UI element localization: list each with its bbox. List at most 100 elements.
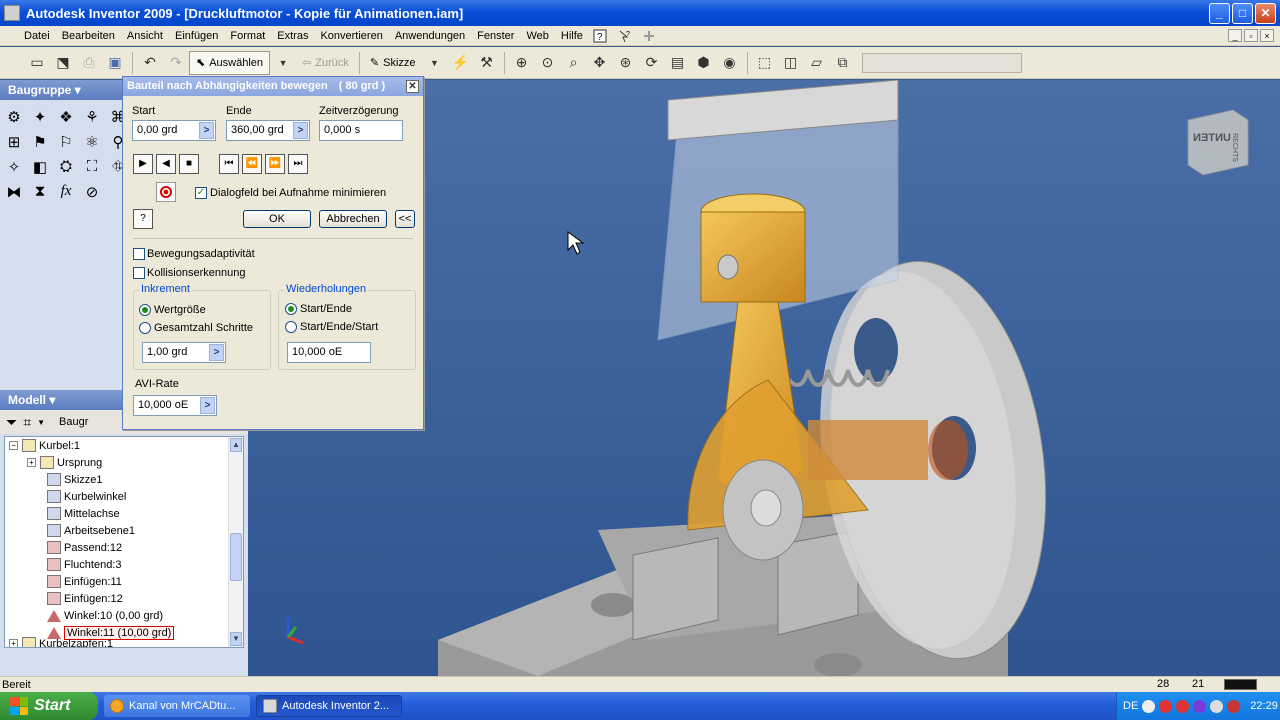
go-to-start-icon[interactable]: ⏮ bbox=[219, 154, 239, 174]
filter-icon[interactable]: ⏷ bbox=[6, 414, 17, 431]
select-button[interactable]: ⬉ Auswählen bbox=[189, 50, 271, 75]
play-forward-icon[interactable]: ▶ bbox=[133, 154, 153, 174]
mirror-icon[interactable]: ⧓ bbox=[4, 182, 24, 202]
ucs-icon[interactable]: ⛶ bbox=[82, 157, 102, 177]
end-spin-icon[interactable]: > bbox=[293, 122, 308, 139]
plane-icon[interactable]: ▱ bbox=[806, 52, 828, 74]
tree-scrollbar[interactable]: ▲ ▼ bbox=[228, 437, 243, 647]
mdi-minimize-button[interactable]: _ bbox=[1228, 29, 1242, 42]
move-component-icon[interactable]: ⊞ bbox=[4, 132, 24, 152]
close-button[interactable]: ✕ bbox=[1255, 3, 1276, 24]
copy-component-icon[interactable]: ⧗ bbox=[30, 182, 50, 202]
menu-fenster[interactable]: Fenster bbox=[471, 30, 520, 42]
play-reverse-icon[interactable]: ◀ bbox=[156, 154, 176, 174]
increment-total-radio[interactable] bbox=[139, 322, 151, 334]
section-view-icon[interactable]: ◫ bbox=[780, 52, 802, 74]
view-cube-icon[interactable]: ⬚ bbox=[754, 52, 776, 74]
mdi-restore-button[interactable]: ▫ bbox=[1244, 29, 1258, 42]
back-button[interactable]: ⇦ Zurück bbox=[296, 51, 355, 75]
increment-spin-icon[interactable]: > bbox=[209, 344, 224, 361]
color-combo[interactable] bbox=[861, 52, 1022, 73]
step-forward-icon[interactable]: ⏩ bbox=[265, 154, 285, 174]
adaptivity-checkbox[interactable] bbox=[133, 248, 145, 260]
dropdown-icon[interactable]: ▼ bbox=[37, 418, 45, 427]
repeat-startend-radio[interactable] bbox=[285, 303, 297, 315]
app-tray-icon[interactable] bbox=[1193, 699, 1207, 713]
expand-icon[interactable]: + bbox=[27, 458, 36, 467]
shaded-display-icon[interactable]: ⬢ bbox=[693, 52, 715, 74]
language-indicator[interactable]: DE bbox=[1123, 700, 1138, 712]
menu-einfuegen[interactable]: Einfügen bbox=[169, 30, 224, 42]
place-constraint-icon[interactable]: ⚘ bbox=[82, 107, 102, 127]
menu-ansicht[interactable]: Ansicht bbox=[121, 30, 169, 42]
start-spin-icon[interactable]: > bbox=[199, 122, 214, 139]
ccleaner-icon[interactable] bbox=[1176, 699, 1190, 713]
create-component-icon[interactable]: ✦ bbox=[30, 107, 50, 127]
network-icon[interactable] bbox=[1142, 699, 1156, 713]
avi-field[interactable]: 10,000 oE > bbox=[133, 395, 217, 416]
menu-konvertieren[interactable]: Konvertieren bbox=[314, 30, 388, 42]
tree-item[interactable]: Einfügen:11 bbox=[5, 573, 243, 590]
menu-format[interactable]: Format bbox=[224, 30, 271, 42]
delay-field[interactable]: 0,000 s bbox=[319, 120, 403, 141]
repeat-startendstart-radio[interactable] bbox=[285, 321, 297, 333]
maximize-button[interactable]: □ bbox=[1232, 3, 1253, 24]
appearance-icon[interactable]: ◉ bbox=[719, 52, 741, 74]
taskbar-item-inventor[interactable]: Autodesk Inventor 2... bbox=[256, 695, 402, 717]
help-button[interactable]: ? bbox=[133, 209, 153, 229]
tree-item[interactable]: Passend:12 bbox=[5, 539, 243, 556]
orbit-icon[interactable]: ⟳ bbox=[641, 52, 663, 74]
sketch-button[interactable]: ✎ Skizze bbox=[364, 51, 422, 75]
tree-item[interactable]: Arbeitsebene1 bbox=[5, 522, 243, 539]
zoom-window-icon[interactable]: ⊙ bbox=[537, 52, 559, 74]
tree-view-icon[interactable]: ⌗ bbox=[23, 414, 31, 431]
end-field[interactable]: 360,00 grd > bbox=[226, 120, 310, 141]
select-dropdown-icon[interactable]: ▼ bbox=[272, 52, 294, 74]
tree-item[interactable]: Einfügen:12 bbox=[5, 590, 243, 607]
start-button[interactable]: Start bbox=[0, 692, 98, 720]
stop-icon[interactable]: ■ bbox=[179, 154, 199, 174]
menu-web[interactable]: Web bbox=[520, 30, 554, 42]
measure-icon[interactable]: ⚒ bbox=[476, 52, 498, 74]
undo-icon[interactable]: ↶ bbox=[139, 52, 161, 74]
collapse-icon[interactable]: − bbox=[9, 441, 18, 450]
step-back-icon[interactable]: ⏪ bbox=[242, 154, 262, 174]
work-point-icon[interactable]: ✧ bbox=[4, 157, 24, 177]
plus-icon[interactable] bbox=[641, 29, 657, 43]
zoom-all-icon[interactable]: ⊕ bbox=[511, 52, 533, 74]
tree-item[interactable]: Winkel:10 (0,00 grd) bbox=[5, 607, 243, 624]
repeat-field[interactable]: 10,000 oE bbox=[287, 342, 371, 363]
tree-item[interactable]: − Kurbel:1 bbox=[5, 437, 243, 454]
new-file-icon[interactable]: ▭ bbox=[26, 52, 48, 74]
work-axis-icon[interactable]: ⛭ bbox=[56, 157, 76, 177]
weld-icon[interactable]: ⚛ bbox=[82, 132, 102, 152]
ok-button[interactable]: OK bbox=[243, 210, 311, 228]
project-icon[interactable]: ⎙ bbox=[78, 52, 100, 74]
security-icon[interactable] bbox=[1227, 699, 1241, 713]
antivirus-icon[interactable] bbox=[1159, 699, 1173, 713]
update-icon[interactable]: ⚡ bbox=[450, 52, 472, 74]
avi-spin-icon[interactable]: > bbox=[200, 397, 215, 414]
zoom-selected-icon[interactable]: ⊛ bbox=[615, 52, 637, 74]
dialog-close-button[interactable]: ✕ bbox=[406, 80, 419, 93]
start-field[interactable]: 0,00 grd > bbox=[132, 120, 216, 141]
whats-this-icon[interactable]: ? bbox=[617, 29, 633, 43]
save-icon[interactable]: ▣ bbox=[104, 52, 126, 74]
taskbar-item-browser[interactable]: Kanal von MrCADtu... bbox=[104, 695, 250, 717]
redo-icon[interactable]: ↷ bbox=[165, 52, 187, 74]
tree-item[interactable]: Mittelachse bbox=[5, 505, 243, 522]
menu-datei[interactable]: Datei bbox=[0, 30, 56, 42]
go-to-end-icon[interactable]: ⏭ bbox=[288, 154, 308, 174]
tree-item[interactable]: Fluchtend:3 bbox=[5, 556, 243, 573]
minimize-button[interactable]: _ bbox=[1209, 3, 1230, 24]
scroll-up-icon[interactable]: ▲ bbox=[230, 438, 242, 452]
collapse-icon[interactable]: + bbox=[9, 639, 18, 647]
work-plane-icon[interactable]: ◧ bbox=[30, 157, 50, 177]
parameters-icon[interactable]: fx bbox=[56, 182, 76, 202]
record-icon[interactable] bbox=[156, 182, 176, 202]
mdi-close-button[interactable]: × bbox=[1260, 29, 1274, 42]
volume-icon[interactable] bbox=[1210, 699, 1224, 713]
tree-item[interactable]: Skizze1 bbox=[5, 471, 243, 488]
collision-checkbox[interactable] bbox=[133, 267, 145, 279]
menu-extras[interactable]: Extras bbox=[271, 30, 314, 42]
